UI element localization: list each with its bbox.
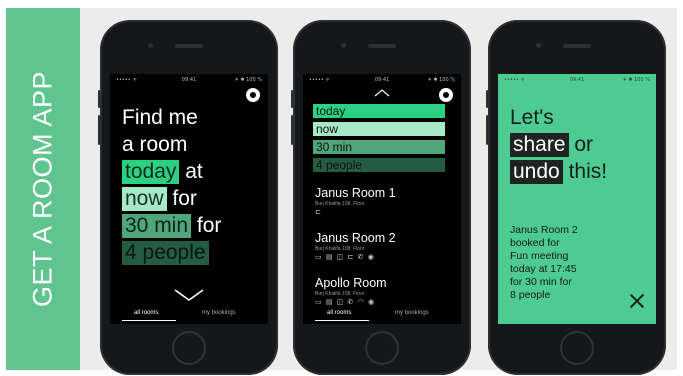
showcase-canvas: ••••• ᯤ 09:41 ✈ ✱ 100 % Find me a room t… — [80, 8, 677, 375]
tab-my-bookings[interactable]: my bookings — [395, 310, 429, 316]
word-this: this! — [568, 160, 608, 183]
tab-my-bookings[interactable]: my bookings — [202, 310, 236, 316]
word-for: for — [172, 187, 197, 210]
share-prompt: Let's share or undo this! — [510, 104, 607, 185]
room-location: Burj Khalifa 108. Floor — [315, 246, 365, 252]
bottom-tab-bar: all rooms my bookings — [110, 306, 268, 324]
camera — [536, 43, 541, 48]
active-tab-indicator — [315, 320, 369, 321]
room-name: Apollo Room — [315, 276, 387, 290]
banner-title: GET A ROOM APP — [27, 70, 58, 308]
room-location: Burj Khalifa 108. Floor — [315, 291, 365, 297]
home-button[interactable] — [172, 331, 206, 365]
room-amenity-icons: ▭ ▤ ◫ ✆ ◠ ◉ — [315, 298, 376, 306]
headline-line2: a room — [122, 133, 188, 156]
search-sentence: Find me a room today at now for 30 min f… — [122, 104, 268, 266]
booking-confirmation-text: Janus Room 2 booked for Fun meeting toda… — [510, 224, 578, 301]
time-selector[interactable]: now — [122, 187, 167, 211]
close-icon[interactable] — [630, 294, 644, 308]
camera — [341, 43, 346, 48]
title-banner: GET A ROOM APP — [6, 8, 80, 370]
screen-room-list: ••••• ᯤ 09:41 ✈ ✱ 100 % today now 30 min… — [303, 74, 461, 324]
bottom-tab-bar: all rooms my bookings — [303, 306, 461, 324]
share-button[interactable]: share — [510, 133, 569, 157]
room-item[interactable]: Apollo Room Burj Khalifa 108. Floor ▭ ▤ … — [315, 276, 387, 306]
speaker — [175, 44, 203, 48]
tab-all-rooms[interactable]: all rooms — [134, 310, 158, 316]
date-selector[interactable]: today — [122, 160, 180, 184]
settings-icon[interactable] — [439, 88, 453, 102]
active-tab-indicator — [122, 320, 176, 321]
screen-confirmation: ••••• ᯤ 09:41 ✈ ✱ 100 % Let's share or u… — [498, 74, 656, 324]
word-at: at — [185, 160, 203, 183]
phone-room-list: ••••• ᯤ 09:41 ✈ ✱ 100 % today now 30 min… — [291, 20, 471, 375]
room-amenity-icons: ▭ ▤ ◫ ⊏ ✆ ◉ — [315, 253, 375, 261]
room-item[interactable]: Janus Room 1 Burj Khalifa 108. Floor ⊏ — [315, 186, 396, 216]
phone-confirmation: ••••• ᯤ 09:41 ✈ ✱ 100 % Let's share or u… — [486, 20, 666, 375]
speaker — [563, 44, 591, 48]
status-bar: ••••• ᯤ 09:41 ✈ ✱ 100 % — [504, 77, 650, 83]
settings-icon[interactable] — [246, 88, 260, 102]
room-amenity-icons: ⊏ — [315, 208, 322, 216]
status-bar: ••••• ᯤ 09:41 ✈ ✱ 100 % — [309, 77, 455, 83]
room-name: Janus Room 1 — [315, 186, 396, 200]
camera — [148, 43, 153, 48]
chevron-down-icon[interactable] — [173, 288, 205, 302]
room-item[interactable]: Janus Room 2 Burj Khalifa 108. Floor ▭ ▤… — [315, 231, 396, 261]
word-or: or — [574, 133, 594, 156]
speaker — [368, 44, 396, 48]
status-bar: ••••• ᯤ 09:41 ✈ ✱ 100 % — [116, 77, 262, 83]
headline-line1: Find me — [122, 106, 198, 129]
filter-time[interactable]: now — [313, 122, 445, 136]
filter-duration[interactable]: 30 min — [313, 140, 445, 154]
home-button[interactable] — [365, 331, 399, 365]
tab-all-rooms[interactable]: all rooms — [327, 310, 351, 316]
chevron-up-icon[interactable] — [374, 89, 390, 97]
room-name: Janus Room 2 — [315, 231, 396, 245]
phone-search: ••••• ᯤ 09:41 ✈ ✱ 100 % Find me a room t… — [98, 20, 278, 375]
filter-people[interactable]: 4 people — [313, 158, 445, 172]
word-for: for — [196, 214, 222, 237]
undo-button[interactable]: undo — [510, 160, 563, 184]
filter-date[interactable]: today — [313, 104, 445, 118]
prompt-line1: Let's — [510, 106, 554, 129]
duration-selector[interactable]: 30 min — [122, 214, 192, 238]
room-location: Burj Khalifa 108. Floor — [315, 201, 365, 207]
people-selector[interactable]: 4 people — [122, 241, 209, 265]
screen-search: ••••• ᯤ 09:41 ✈ ✱ 100 % Find me a room t… — [110, 74, 268, 324]
home-button[interactable] — [560, 331, 594, 365]
